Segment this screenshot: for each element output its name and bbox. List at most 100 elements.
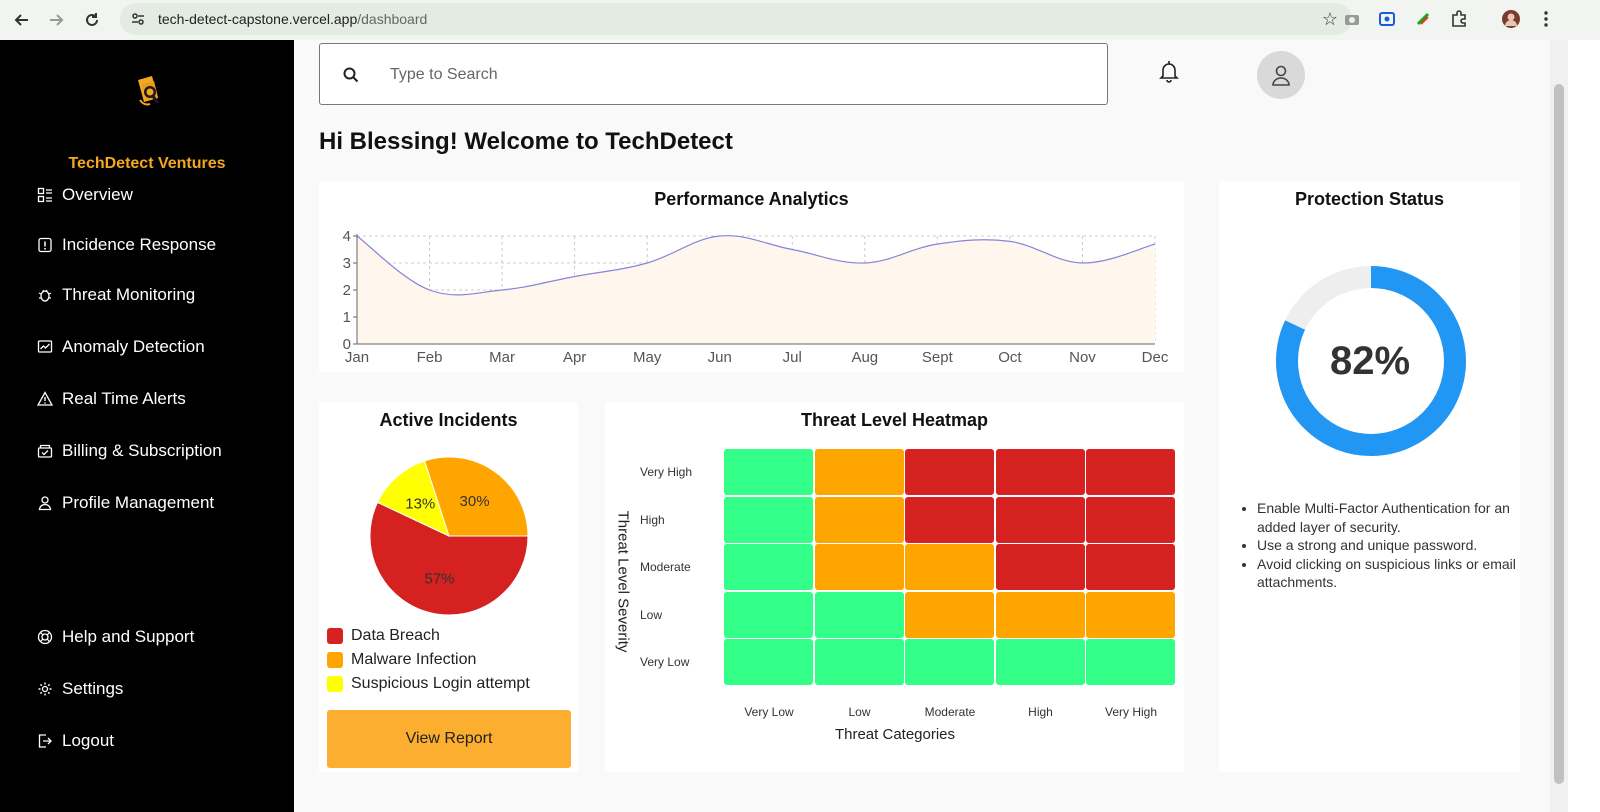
site-info-icon[interactable] <box>130 11 146 27</box>
sidebar-item-logout[interactable]: Logout <box>36 728 114 754</box>
heatmap-row-label: Moderate <box>640 560 691 574</box>
x-tick-label: Aug <box>851 349 878 366</box>
chart-monitor-icon <box>36 338 54 356</box>
forward-icon[interactable] <box>38 2 74 38</box>
sidebar-item-label: Profile Management <box>62 493 215 512</box>
sidebar-item-label: Help and Support <box>62 627 195 646</box>
heatmap-cell <box>905 496 994 543</box>
sidebar-item-profile-management[interactable]: Profile Management <box>36 490 214 516</box>
back-icon[interactable] <box>4 2 40 38</box>
x-tick-label: Sept <box>922 349 954 366</box>
heatmap-cell <box>905 449 994 495</box>
camera-extension-icon[interactable] <box>1341 8 1363 30</box>
view-report-button[interactable]: View Report <box>327 710 571 768</box>
area-fill <box>357 235 1155 344</box>
alert-square-icon <box>36 236 54 254</box>
extensions-puzzle-icon[interactable] <box>1448 8 1470 30</box>
sidebar-item-billing-subscription[interactable]: Billing & Subscription <box>36 438 222 464</box>
browser-toolbar: tech-detect-capstone.vercel.app/dashboar… <box>0 0 1600 40</box>
screen-cast-extension-icon[interactable] <box>1376 8 1398 30</box>
heatmap-cell <box>724 496 813 543</box>
y-tick-label: 1 <box>343 309 351 326</box>
reload-icon[interactable] <box>74 2 110 38</box>
y-tick-label: 2 <box>343 282 351 299</box>
heatmap-cell <box>724 544 813 590</box>
protection-status-card: Protection Status 82% Enable Multi-Facto… <box>1219 181 1520 772</box>
search-bar[interactable] <box>319 43 1108 105</box>
sidebar-item-label: Real Time Alerts <box>62 389 186 408</box>
x-tick-label: Jun <box>708 349 732 366</box>
x-tick-label: Mar <box>489 349 515 366</box>
sidebar-item-anomaly-detection[interactable]: Anomaly Detection <box>36 334 205 360</box>
legend-swatch <box>327 676 343 692</box>
protection-percent-label: 82% <box>1329 339 1411 383</box>
heatmap-row-label: Low <box>640 607 663 622</box>
sidebar-item-real-time-alerts[interactable]: Real Time Alerts <box>36 386 186 412</box>
heatmap-row-label: Very High <box>640 465 693 479</box>
heatmap-y-axis-title: Threat Level Severity <box>614 510 632 653</box>
heatmap-cell <box>724 591 813 638</box>
address-bar[interactable]: tech-detect-capstone.vercel.app/dashboar… <box>120 3 1352 35</box>
bookmark-star-icon[interactable]: ☆ <box>1322 9 1338 30</box>
heatmap-col-label: Very Low <box>744 705 794 719</box>
heatmap-cell <box>724 639 813 685</box>
color-extension-icon[interactable] <box>1412 8 1434 30</box>
threat-heatmap-title: Threat Level Heatmap <box>800 410 989 430</box>
sidebar-item-label: Settings <box>62 679 124 698</box>
performance-line-chart: 01234Jan Feb Mar Apr May Jun Jul Aug Sept Oct Nov D… <box>343 228 1169 366</box>
incidents-pie-chart: 57% 13% 30% <box>369 456 529 616</box>
heatmap-cell <box>1086 449 1175 495</box>
security-tip: Enable Multi-Factor Authentication for a… <box>1257 499 1529 536</box>
url-domain: tech-detect-capstone.vercel.app <box>158 11 358 27</box>
heatmap-col-label: Moderate <box>924 705 976 719</box>
heatmap-col-label: Very High <box>1104 705 1158 719</box>
heatmap-cell <box>1086 544 1175 590</box>
gear-icon <box>36 680 54 698</box>
heatmap-cell <box>905 591 994 638</box>
legend-label: Malware Infection <box>351 651 477 668</box>
security-tips-list: Enable Multi-Factor Authentication for a… <box>1239 499 1529 592</box>
heatmap-cell <box>905 639 994 685</box>
notification-bell-icon[interactable] <box>1156 58 1182 84</box>
pie-slice-label: 57% <box>425 570 455 587</box>
sidebar-item-incidence-response[interactable]: Incidence Response <box>36 232 216 258</box>
heatmap-cell <box>1086 639 1175 685</box>
page-scrollbar-thumb[interactable] <box>1554 84 1564 784</box>
search-icon <box>343 67 359 83</box>
sidebar-item-settings[interactable]: Settings <box>36 676 123 702</box>
heatmap-cell <box>814 639 904 685</box>
legend-swatch <box>327 628 343 644</box>
x-tick-label: Jan <box>345 349 369 366</box>
x-tick-label: Feb <box>417 349 443 366</box>
search-input[interactable] <box>390 62 1070 88</box>
y-tick-label: 4 <box>343 228 351 245</box>
heatmap-cell <box>995 449 1085 495</box>
legend-swatch <box>327 652 343 668</box>
billing-icon <box>36 442 54 460</box>
url-path: /dashboard <box>357 11 428 27</box>
heatmap-col-label: High <box>1028 705 1053 719</box>
welcome-heading: Hi Blessing! Welcome to TechDetect <box>319 128 733 155</box>
sidebar-item-label: Incidence Response <box>62 235 217 254</box>
heatmap-cell <box>905 544 994 590</box>
user-avatar-icon <box>1272 65 1290 86</box>
incidents-legend: Data Breach Malware Infection Suspicious… <box>327 624 530 696</box>
heatmap-row-label: High <box>640 512 665 527</box>
heatmap-row-label: Very Low <box>640 655 690 669</box>
heatmap-cell <box>724 449 813 495</box>
threat-heatmap-card: Threat Level Heatmap Threat Level Severi… <box>605 402 1184 772</box>
sidebar-item-threat-monitoring[interactable]: Threat Monitoring <box>36 282 195 308</box>
heatmap-cell <box>814 496 904 543</box>
x-tick-label: Nov <box>1069 349 1096 366</box>
heatmap-cell <box>995 544 1085 590</box>
sidebar-item-overview[interactable]: Overview <box>36 182 133 208</box>
browser-menu-icon[interactable] <box>1535 8 1557 30</box>
user-avatar[interactable] <box>1257 51 1305 99</box>
profile-avatar-icon[interactable] <box>1500 8 1522 30</box>
pie-slice-label: 30% <box>460 493 490 510</box>
sidebar-item-label: Logout <box>62 731 114 750</box>
sidebar-item-help-and-support[interactable]: Help and Support <box>36 624 194 650</box>
legend-label: Suspicious Login attempt <box>351 675 530 692</box>
heatmap-cell <box>995 591 1085 638</box>
protection-donut-chart <box>1276 266 1466 456</box>
